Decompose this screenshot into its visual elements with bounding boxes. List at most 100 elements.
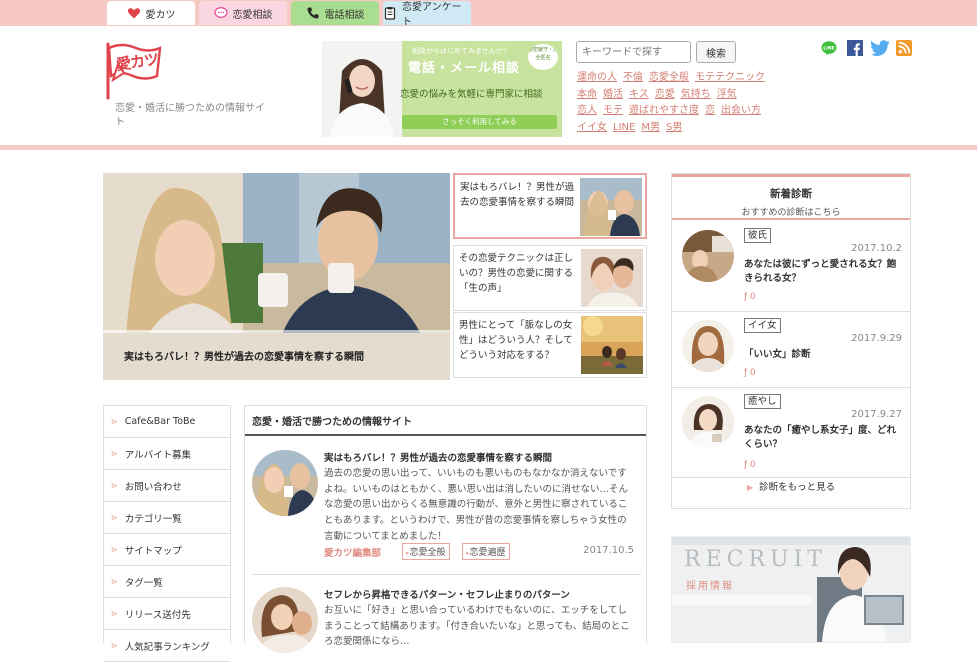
keyword-link[interactable]: M男 — [641, 122, 660, 133]
side-article-thumbnail — [581, 316, 643, 374]
article-thumbnail[interactable] — [252, 587, 318, 653]
diagnosis-item[interactable]: イイ女 2017.9.29 「いい女」診断 ƒ 0 — [672, 312, 910, 388]
article-excerpt: お互いに「好き」と思い合っているわけでもないのに、エッチをしてしまうことって結構… — [324, 605, 630, 648]
keyword-link[interactable]: モテテクニック — [695, 72, 765, 83]
menu-item-press[interactable]: ⊳ リリース送付先 — [104, 598, 230, 630]
menu-item-label: アルバイト募集 — [124, 449, 192, 461]
site-logo[interactable]: 愛カツ — [102, 40, 162, 100]
phone-icon — [306, 6, 320, 20]
side-article-thumbnail — [580, 178, 642, 236]
search-input[interactable] — [576, 41, 691, 63]
diagnosis-subtitle: おすすめの診断はこちら — [741, 208, 841, 218]
banner-photo — [322, 41, 402, 137]
arrow-icon: ⊳ — [111, 577, 118, 586]
menu-item-label: Cafe&Bar ToBe — [124, 416, 196, 427]
keyword-link[interactable]: 婚活 — [603, 89, 623, 100]
recruit-subtitle: 採用情報 — [686, 581, 734, 592]
diagnosis-header: 新着診断 おすすめの診断はこちら — [672, 174, 910, 220]
count-value: 0 — [750, 460, 756, 470]
keyword-link[interactable]: 浮気 — [717, 89, 737, 100]
keyword-link[interactable]: 恋人 — [577, 105, 597, 116]
more-diagnosis-link[interactable]: ▶ 診断をもっと見る — [672, 479, 910, 493]
side-article[interactable]: その恋愛テクニックは正しいの？男性の恋愛に関する「生の声」 — [453, 245, 647, 311]
diagnosis-title: あなたは彼にずっと愛される女？飽きられる女？ — [744, 259, 897, 284]
tab-label: 恋愛アンケート — [402, 2, 462, 28]
diagnosis-date: 2017.9.29 — [851, 333, 902, 344]
like-icon: ƒ — [744, 292, 748, 302]
diagnosis-item[interactable]: 癒やし 2017.9.27 あなたの「癒やし系女子」度、どれくらい？ ƒ 0 — [672, 388, 910, 478]
menu-item-cafe[interactable]: ⊳ Cafe&Bar ToBe — [104, 406, 230, 438]
keyword-link[interactable]: キス — [629, 89, 649, 100]
article-thumbnail[interactable] — [252, 450, 318, 516]
menu-item-sitemap[interactable]: ⊳ サイトマップ — [104, 534, 230, 566]
banner-button: さっそく利用してみる — [402, 115, 557, 129]
heart-icon — [127, 6, 141, 20]
side-article[interactable]: 実はもろバレ！？男性が過去の恋愛事情を察する瞬間 — [453, 173, 647, 239]
menu-item-tags[interactable]: ⊳ タグ一覧 — [104, 566, 230, 598]
keyword-link[interactable]: 恋愛全般 — [649, 72, 689, 83]
article-list: 恋愛・婚活で勝つための情報サイト 実はもろバレ！？男性が過去の恋愛事情を察する瞬… — [244, 405, 647, 653]
keyword-link[interactable]: 気持ち — [681, 89, 711, 100]
article-category[interactable]: ▸恋愛遍歴 — [462, 543, 510, 560]
keyword-link[interactable]: 恋愛 — [655, 89, 675, 100]
featured-article[interactable]: 実はもろバレ！？男性が過去の恋愛事情を察する瞬間 — [103, 173, 450, 380]
article-title[interactable]: 実はもろバレ！？男性が過去の恋愛事情を察する瞬間 — [324, 450, 634, 464]
diagnosis-date: 2017.10.2 — [851, 243, 902, 254]
chat-bubble-icon — [213, 6, 228, 20]
keyword-link[interactable]: 遊ばれやすさ度 — [629, 105, 699, 116]
recruit-banner[interactable]: RECRUIT 採用情報 — [671, 536, 911, 643]
arrow-icon: ⊳ — [111, 449, 118, 458]
keyword-link[interactable]: 不倫 — [623, 72, 643, 83]
keyword-link[interactable]: モテ — [603, 105, 623, 116]
article-date: 2017.10.5 — [583, 545, 634, 556]
diagnosis-title: 新着診断 — [770, 188, 812, 200]
arrow-icon: ⊳ — [111, 513, 118, 522]
menu-item-label: カテゴリ一覧 — [124, 513, 182, 525]
banner-headline: 電話・メール相談 — [408, 61, 521, 76]
menu-item-jobs[interactable]: ⊳ アルバイト募集 — [104, 438, 230, 470]
twitter-icon[interactable] — [870, 40, 890, 56]
keyword-link[interactable]: 出会い方 — [721, 105, 761, 116]
keyword-link[interactable]: イイ女 — [577, 122, 607, 133]
site-tagline: 恋愛・婚活に勝つための情報サイト — [115, 103, 265, 128]
recruit-stripe — [672, 595, 812, 605]
menu-item-categories[interactable]: ⊳ カテゴリ一覧 — [104, 502, 230, 534]
rss-icon[interactable] — [896, 40, 912, 56]
chevron-right-icon: ▶ — [746, 483, 754, 492]
diagnosis-item[interactable]: 彼氏 2017.10.2 あなたは彼にずっと愛される女？飽きられる女？ ƒ 0 — [672, 222, 910, 312]
keyword-link[interactable]: 運命の人 — [577, 72, 617, 83]
arrow-icon: ⊳ — [111, 481, 118, 490]
diagnosis-count: ƒ 0 — [744, 368, 756, 378]
article-category[interactable]: ▸恋愛全般 — [402, 543, 450, 560]
banner-badge: 秘密厳守・完全匿名 — [528, 44, 558, 70]
keyword-link[interactable]: S男 — [666, 122, 682, 133]
line-icon[interactable]: LINE — [821, 40, 837, 56]
phone-consult-banner[interactable]: 相談からはじめてみませんか？ 秘密厳守・完全匿名 電話・メール相談 恋愛の悩みを… — [322, 41, 562, 137]
menu-item-label: タグ一覧 — [124, 577, 163, 589]
arrow-icon: ⊳ — [111, 641, 118, 650]
tab-survey[interactable]: 恋愛アンケート — [383, 1, 471, 28]
article-item: セフレから昇格できるパターン・セフレ止まりのパターン お互いに「好き」と思い合っ… — [252, 587, 641, 653]
article-author[interactable]: 愛カツ編集部 — [324, 545, 381, 559]
search-button[interactable]: 検索 — [696, 41, 736, 63]
keyword-link[interactable]: 本命 — [577, 89, 597, 100]
facebook-icon[interactable] — [847, 40, 863, 56]
tab-phone-consult[interactable]: 電話相談 — [291, 1, 379, 25]
keyword-link[interactable]: 恋 — [705, 105, 715, 116]
menu-item-contact[interactable]: ⊳ お問い合わせ — [104, 470, 230, 502]
menu-item-ranking[interactable]: ⊳ 人気記事ランキング — [104, 630, 230, 662]
like-icon: ƒ — [744, 460, 748, 470]
tab-aikatsu[interactable]: 愛カツ — [107, 1, 195, 25]
site-header: 愛カツ 恋愛・婚活に勝つための情報サイト 相談からはじめてみませんか？ 秘密厳守… — [0, 26, 977, 146]
side-article[interactable]: 男性にとって「脈なしの女性」はどういう人？そしてどういう対応をする？ — [453, 312, 647, 378]
keyword-link[interactable]: LINE — [613, 122, 635, 133]
diagnosis-tag: イイ女 — [744, 318, 781, 333]
article-list-heading: 恋愛・婚活で勝つための情報サイト — [245, 406, 646, 436]
article-excerpt: 過去の恋愛の思い出って、いいものも悪いものもなかなか消えないですよね。いいものは… — [324, 468, 629, 542]
tab-love-consult[interactable]: 恋愛相談 — [199, 1, 287, 25]
diagnosis-count: ƒ 0 — [744, 460, 756, 470]
menu-item-label: サイトマップ — [124, 545, 182, 557]
article-title[interactable]: セフレから昇格できるパターン・セフレ止まりのパターン — [324, 587, 634, 601]
arrow-icon: ⊳ — [111, 545, 118, 554]
recruit-title: RECRUIT — [684, 547, 827, 572]
